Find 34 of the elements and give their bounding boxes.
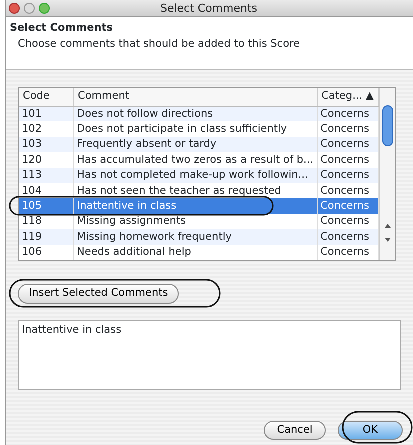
column-header[interactable]: Categ... ▲ bbox=[317, 88, 378, 106]
comment-text-area[interactable]: Inattentive in class bbox=[18, 320, 401, 390]
table-row[interactable]: 105 Inattentive in class Concerns bbox=[19, 198, 378, 214]
table-cell: Concerns bbox=[317, 198, 378, 214]
cancel-button[interactable]: Cancel bbox=[264, 420, 326, 440]
table-cell: Missing homework frequently bbox=[74, 229, 318, 245]
table-cell: 105 bbox=[19, 198, 74, 214]
table-cell: Inattentive in class bbox=[74, 198, 318, 214]
table-row[interactable]: 103 Frequently absent or tardy Concerns bbox=[19, 136, 378, 152]
table-cell: Has not completed make-up work followin... bbox=[74, 168, 318, 183]
table-cell: 106 bbox=[19, 244, 74, 260]
table-cell: Frequently absent or tardy bbox=[74, 136, 318, 152]
table-cell: Needs additional help bbox=[74, 244, 318, 260]
column-header[interactable]: Comment bbox=[74, 88, 318, 106]
table-cell: Concerns bbox=[317, 229, 378, 245]
close-icon[interactable] bbox=[9, 2, 20, 14]
table-cell: 113 bbox=[19, 168, 74, 183]
table-cell: Concerns bbox=[317, 136, 378, 152]
table-cell: 119 bbox=[19, 229, 74, 245]
table-row[interactable]: 101 Does not follow directions Concerns bbox=[19, 106, 378, 122]
dialog-subtitle: Choose comments that should be added to this Score bbox=[17, 36, 302, 52]
window-title: Select Comments bbox=[159, 0, 259, 16]
table-cell: Does not follow directions bbox=[74, 106, 318, 122]
zoom-icon[interactable] bbox=[39, 2, 50, 14]
table-cell: 101 bbox=[19, 106, 74, 122]
table-cell: Concerns bbox=[317, 106, 378, 122]
table-cell: 103 bbox=[19, 136, 74, 152]
table-cell: Concerns bbox=[317, 168, 378, 183]
table-row[interactable]: 119 Missing homework frequently Concerns bbox=[19, 229, 378, 245]
column-header[interactable]: Code bbox=[19, 88, 74, 106]
ok-button[interactable]: OK bbox=[338, 420, 403, 440]
insert-selected-comments-button[interactable]: Insert Selected Comments bbox=[18, 284, 180, 304]
dialog-title: Select Comments bbox=[10, 21, 114, 36]
table-row[interactable]: 113 Has not completed make-up work followin... Concerns bbox=[19, 168, 378, 183]
